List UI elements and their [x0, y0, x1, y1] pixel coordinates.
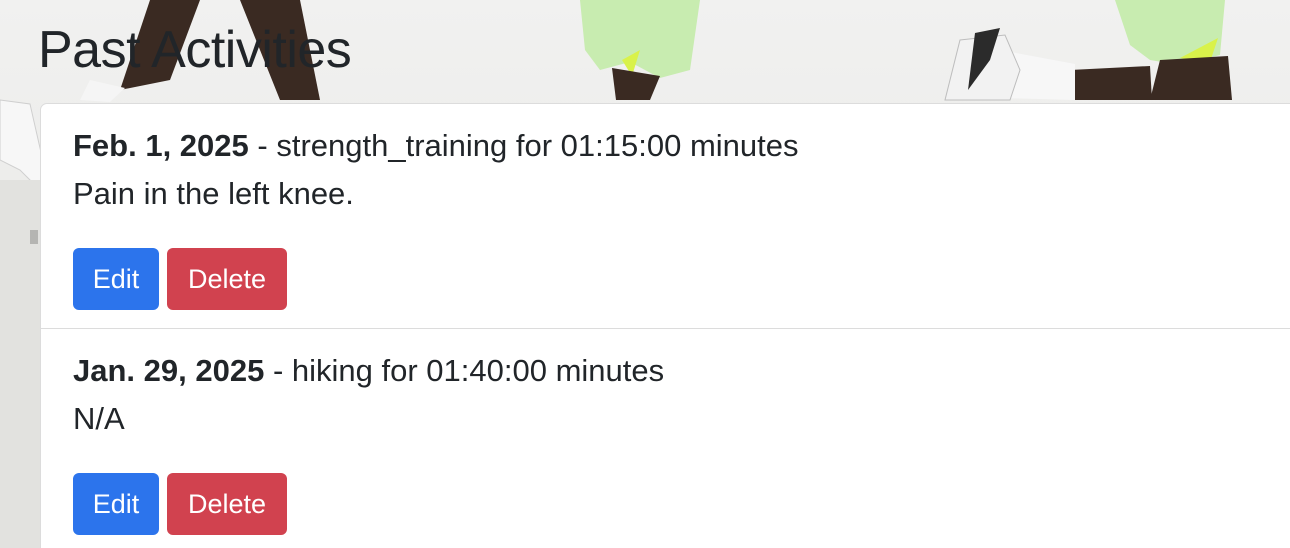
activity-notes: N/A: [73, 401, 125, 436]
activity-summary: - strength_training for 01:15:00 minutes: [257, 128, 799, 163]
delete-button[interactable]: Delete: [167, 473, 287, 535]
activity-notes: Pain in the left knee.: [73, 176, 354, 211]
delete-button[interactable]: Delete: [167, 248, 287, 310]
activity-header: Jan. 29, 2025 - hiking for 01:40:00 minu…: [73, 353, 1290, 389]
list-item: Feb. 1, 2025 - strength_training for 01:…: [41, 104, 1290, 328]
activity-date: Feb. 1, 2025: [73, 128, 249, 163]
activity-summary: - hiking for 01:40:00 minutes: [272, 353, 665, 388]
edit-button[interactable]: Edit: [73, 248, 159, 310]
page: Past Activities Feb. 1, 2025 - strength_…: [0, 0, 1290, 548]
activity-list: Feb. 1, 2025 - strength_training for 01:…: [40, 103, 1290, 548]
edit-button[interactable]: Edit: [73, 473, 159, 535]
activity-header: Feb. 1, 2025 - strength_training for 01:…: [73, 128, 1290, 164]
list-item: Jan. 29, 2025 - hiking for 01:40:00 minu…: [41, 328, 1290, 548]
activity-date: Jan. 29, 2025: [73, 353, 265, 388]
page-title: Past Activities: [38, 21, 352, 79]
activity-actions: Edit Delete: [73, 248, 287, 310]
activity-actions: Edit Delete: [73, 473, 287, 535]
